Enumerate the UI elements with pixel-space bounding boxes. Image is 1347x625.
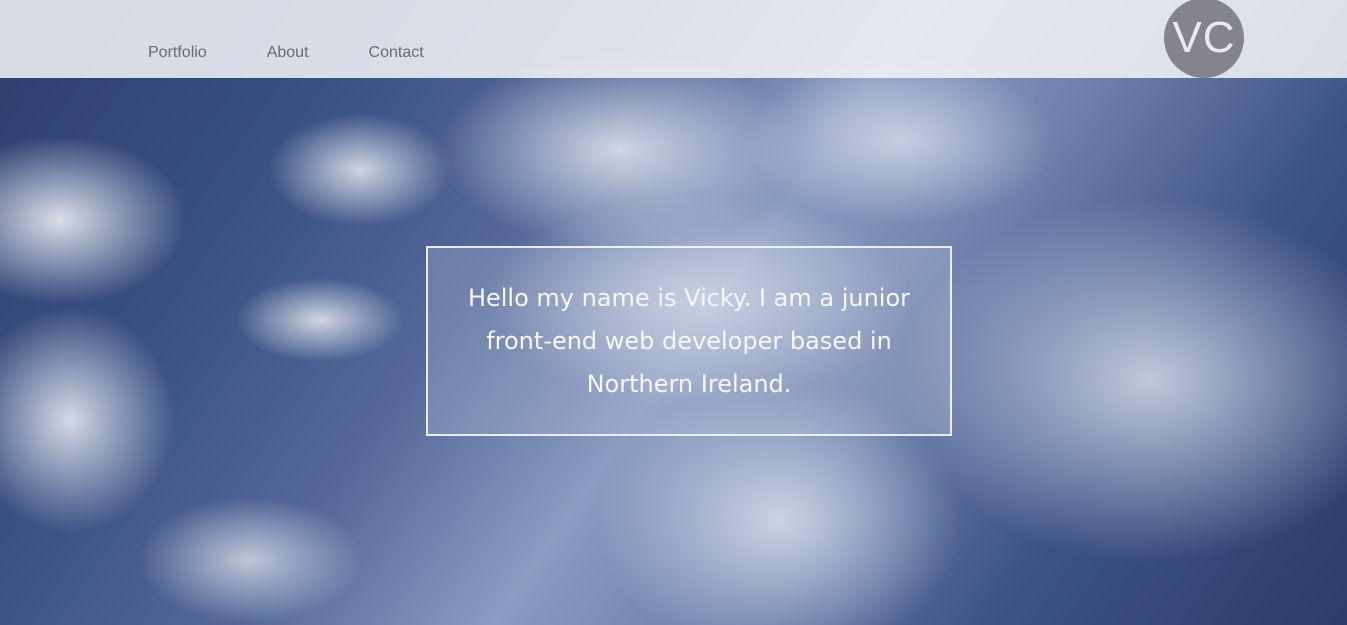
page-background: Portfolio About Contact VC Hello my name…: [0, 0, 1347, 625]
main-nav: Portfolio About Contact: [148, 44, 484, 62]
logo-initials: VC: [1172, 13, 1236, 62]
logo-badge[interactable]: VC: [1164, 0, 1244, 78]
nav-link-about[interactable]: About: [267, 44, 309, 62]
nav-link-contact[interactable]: Contact: [369, 44, 424, 62]
intro-box: Hello my name is Vicky. I am a junior fr…: [426, 246, 952, 436]
intro-text: Hello my name is Vicky. I am a junior fr…: [467, 283, 911, 398]
nav-link-portfolio[interactable]: Portfolio: [148, 44, 207, 62]
site-header: Portfolio About Contact VC: [0, 0, 1347, 78]
